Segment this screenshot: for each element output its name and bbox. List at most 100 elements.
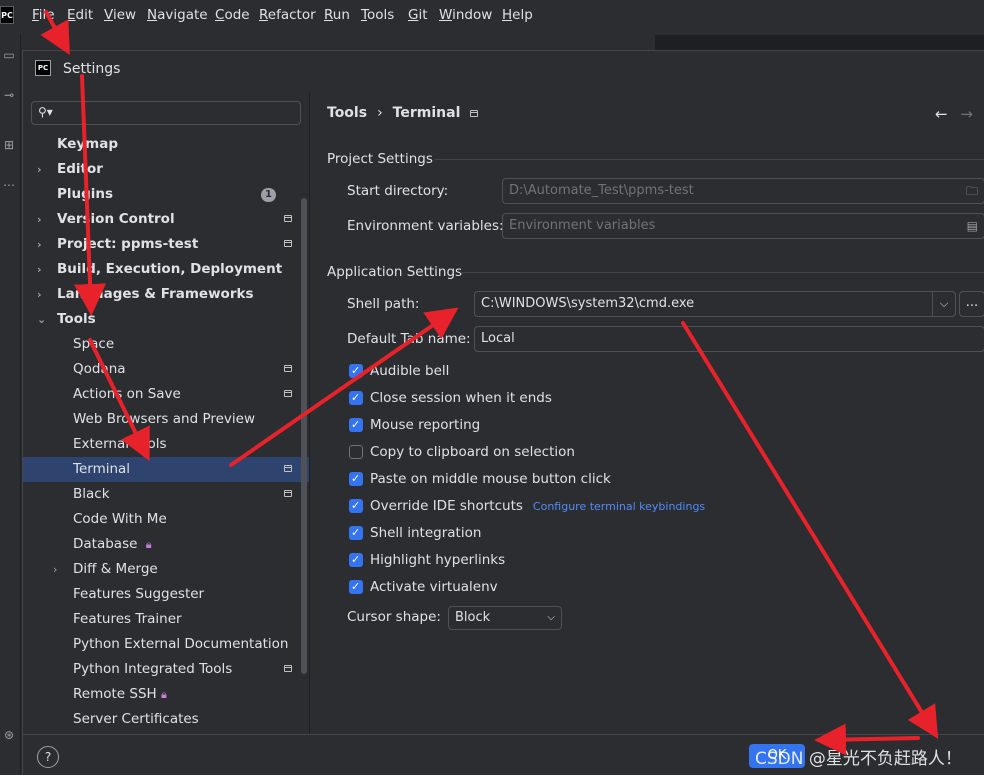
cursor-shape-select[interactable]: Block ⌵ bbox=[448, 606, 562, 630]
tree-item-keymap[interactable]: Keymap bbox=[23, 132, 309, 157]
editor-tab-strip bbox=[655, 35, 984, 50]
tab-name-label: Default Tab name: bbox=[347, 331, 471, 347]
menu-mnemonic: V bbox=[104, 7, 113, 23]
start-directory-field[interactable]: D:\Automate_Test\ppms-test 🗀 bbox=[502, 178, 984, 204]
tree-item-remote-ssh[interactable]: Remote SSH 🔒︎ bbox=[23, 682, 309, 707]
tree-item-label: Web Browsers and Preview bbox=[73, 411, 255, 427]
menu-run[interactable]: Run bbox=[324, 7, 350, 23]
tree-item-black[interactable]: Black bbox=[23, 482, 309, 507]
checkbox-checked-icon[interactable] bbox=[349, 415, 363, 435]
tree-item-space[interactable]: Space bbox=[23, 332, 309, 357]
breadcrumb-parent[interactable]: Tools bbox=[327, 105, 367, 121]
checkbox-unchecked-icon[interactable] bbox=[349, 445, 363, 459]
menu-navigate[interactable]: Navigate bbox=[147, 7, 208, 23]
browse-button[interactable]: ... bbox=[959, 291, 984, 317]
shell-path-field[interactable]: C:\WINDOWS\system32\cmd.exe ⌵ bbox=[474, 291, 956, 317]
menu-label-rest: un bbox=[332, 7, 350, 23]
checkbox-label: Close session when it ends bbox=[370, 390, 552, 406]
tree-scrollbar[interactable] bbox=[301, 198, 307, 674]
tree-item-label: Tools bbox=[57, 311, 96, 327]
checkbox-checked-icon[interactable] bbox=[349, 577, 363, 597]
chevron-right-icon[interactable]: › bbox=[37, 207, 49, 232]
chevron-right-icon[interactable]: › bbox=[37, 257, 49, 282]
checkbox-checked-icon[interactable] bbox=[349, 550, 363, 570]
chevron-down-icon[interactable]: ⌵ bbox=[932, 292, 955, 316]
tab-name-field[interactable]: Local bbox=[474, 326, 984, 352]
chevron-right-icon[interactable]: › bbox=[37, 157, 49, 182]
configure-keybindings-link[interactable]: Configure terminal keybindings bbox=[533, 500, 705, 513]
tree-item-build-execution-deployment[interactable]: › Build, Execution, Deployment bbox=[23, 257, 309, 282]
update-count-badge: 1 bbox=[261, 188, 276, 202]
tree-item-project-ppms-test[interactable]: › Project: ppms-test bbox=[23, 232, 309, 257]
checkbox-label: Shell integration bbox=[370, 525, 482, 541]
structure-icon[interactable]: ⊞ bbox=[0, 136, 18, 154]
tree-item-label: Project: ppms-test bbox=[57, 236, 199, 252]
tree-item-database[interactable]: Database 🔒︎ bbox=[23, 532, 309, 557]
tree-item-languages-frameworks[interactable]: › Languages & Frameworks bbox=[23, 282, 309, 307]
tree-item-server-certificates[interactable]: Server Certificates bbox=[23, 707, 309, 732]
folder-icon[interactable]: 🗀 bbox=[966, 179, 978, 203]
tree-item-actions-on-save[interactable]: Actions on Save bbox=[23, 382, 309, 407]
menu-view[interactable]: View bbox=[104, 7, 136, 23]
tree-item-external-tools[interactable]: External Tools bbox=[23, 432, 309, 457]
commit-icon[interactable]: ⊸ bbox=[0, 86, 18, 104]
env-vars-field[interactable]: Environment variables ▤ bbox=[502, 213, 984, 239]
app-logo: PC bbox=[0, 6, 14, 24]
tree-item-label: Space bbox=[73, 336, 115, 352]
tree-item-qodana[interactable]: Qodana bbox=[23, 357, 309, 382]
forward-icon[interactable]: → bbox=[960, 105, 973, 123]
tree-item-diff-merge[interactable]: › Diff & Merge bbox=[23, 557, 309, 582]
settings-search-input[interactable]: ⚲▾ bbox=[31, 101, 301, 125]
tree-item-label: Qodana bbox=[73, 361, 126, 377]
help-button[interactable]: ? bbox=[37, 746, 59, 768]
back-icon[interactable]: ← bbox=[935, 105, 948, 123]
breadcrumb-separator: › bbox=[377, 105, 383, 121]
menu-edit[interactable]: Edit bbox=[67, 7, 93, 23]
menu-tools[interactable]: Tools bbox=[361, 7, 394, 23]
tree-item-version-control[interactable]: › Version Control bbox=[23, 207, 309, 232]
lock-icon: 🔒︎ bbox=[161, 688, 167, 701]
checkbox-checked-icon[interactable] bbox=[349, 523, 363, 543]
chevron-right-icon[interactable]: › bbox=[37, 232, 49, 257]
menu-mnemonic: F bbox=[32, 7, 39, 23]
menu-refactor[interactable]: Refactor bbox=[259, 7, 316, 23]
application-settings-title: Application Settings bbox=[327, 264, 463, 280]
checkbox-checked-icon[interactable] bbox=[349, 388, 363, 408]
project-level-icon bbox=[284, 665, 292, 672]
menu-label-rest: avigate bbox=[157, 7, 208, 23]
tree-item-label: Features Trainer bbox=[73, 611, 182, 627]
tree-item-python-integrated-tools[interactable]: Python Integrated Tools bbox=[23, 657, 309, 682]
menu-window[interactable]: Window bbox=[439, 7, 492, 23]
tree-item-web-browsers-and-preview[interactable]: Web Browsers and Preview bbox=[23, 407, 309, 432]
menu-git[interactable]: Git bbox=[408, 7, 428, 23]
chevron-right-icon[interactable]: › bbox=[37, 282, 49, 307]
cursor-shape-value: Block bbox=[455, 610, 491, 625]
nav-arrows: ← → bbox=[935, 105, 973, 123]
edit-list-icon[interactable]: ▤ bbox=[967, 214, 978, 238]
tree-item-features-trainer[interactable]: Features Trainer bbox=[23, 607, 309, 632]
tree-item-plugins[interactable]: Plugins 1 bbox=[23, 182, 309, 207]
tree-item-terminal[interactable]: Terminal bbox=[23, 457, 309, 482]
shell-path-label: Shell path: bbox=[347, 296, 420, 312]
checkbox-checked-icon[interactable] bbox=[349, 361, 363, 381]
chevron-right-icon[interactable]: › bbox=[53, 557, 65, 582]
start-directory-label: Start directory: bbox=[347, 183, 449, 199]
menu-file[interactable]: File bbox=[32, 7, 55, 23]
checkbox-checked-icon[interactable] bbox=[349, 496, 363, 516]
checkbox-checked-icon[interactable] bbox=[349, 469, 363, 489]
section-separator bbox=[435, 159, 984, 160]
menu-code[interactable]: Code bbox=[215, 7, 250, 23]
chevron-down-icon[interactable]: ⌄ bbox=[37, 307, 49, 332]
tree-item-editor[interactable]: › Editor bbox=[23, 157, 309, 182]
tree-item-label: Remote SSH bbox=[73, 686, 157, 702]
more-icon[interactable]: ⋯ bbox=[0, 176, 18, 194]
tree-item-tools[interactable]: ⌄ Tools bbox=[23, 307, 309, 332]
menu-help[interactable]: Help bbox=[502, 7, 533, 23]
tree-item-label: Actions on Save bbox=[73, 386, 181, 402]
tree-item-features-suggester[interactable]: Features Suggester bbox=[23, 582, 309, 607]
tree-item-code-with-me[interactable]: Code With Me bbox=[23, 507, 309, 532]
tree-item-python-external-documentation[interactable]: Python External Documentation bbox=[23, 632, 309, 657]
git-icon[interactable]: ⊛ bbox=[0, 726, 18, 744]
checkbox-label: Activate virtualenv bbox=[370, 579, 498, 595]
project-folder-icon[interactable]: ▭ bbox=[0, 46, 18, 64]
